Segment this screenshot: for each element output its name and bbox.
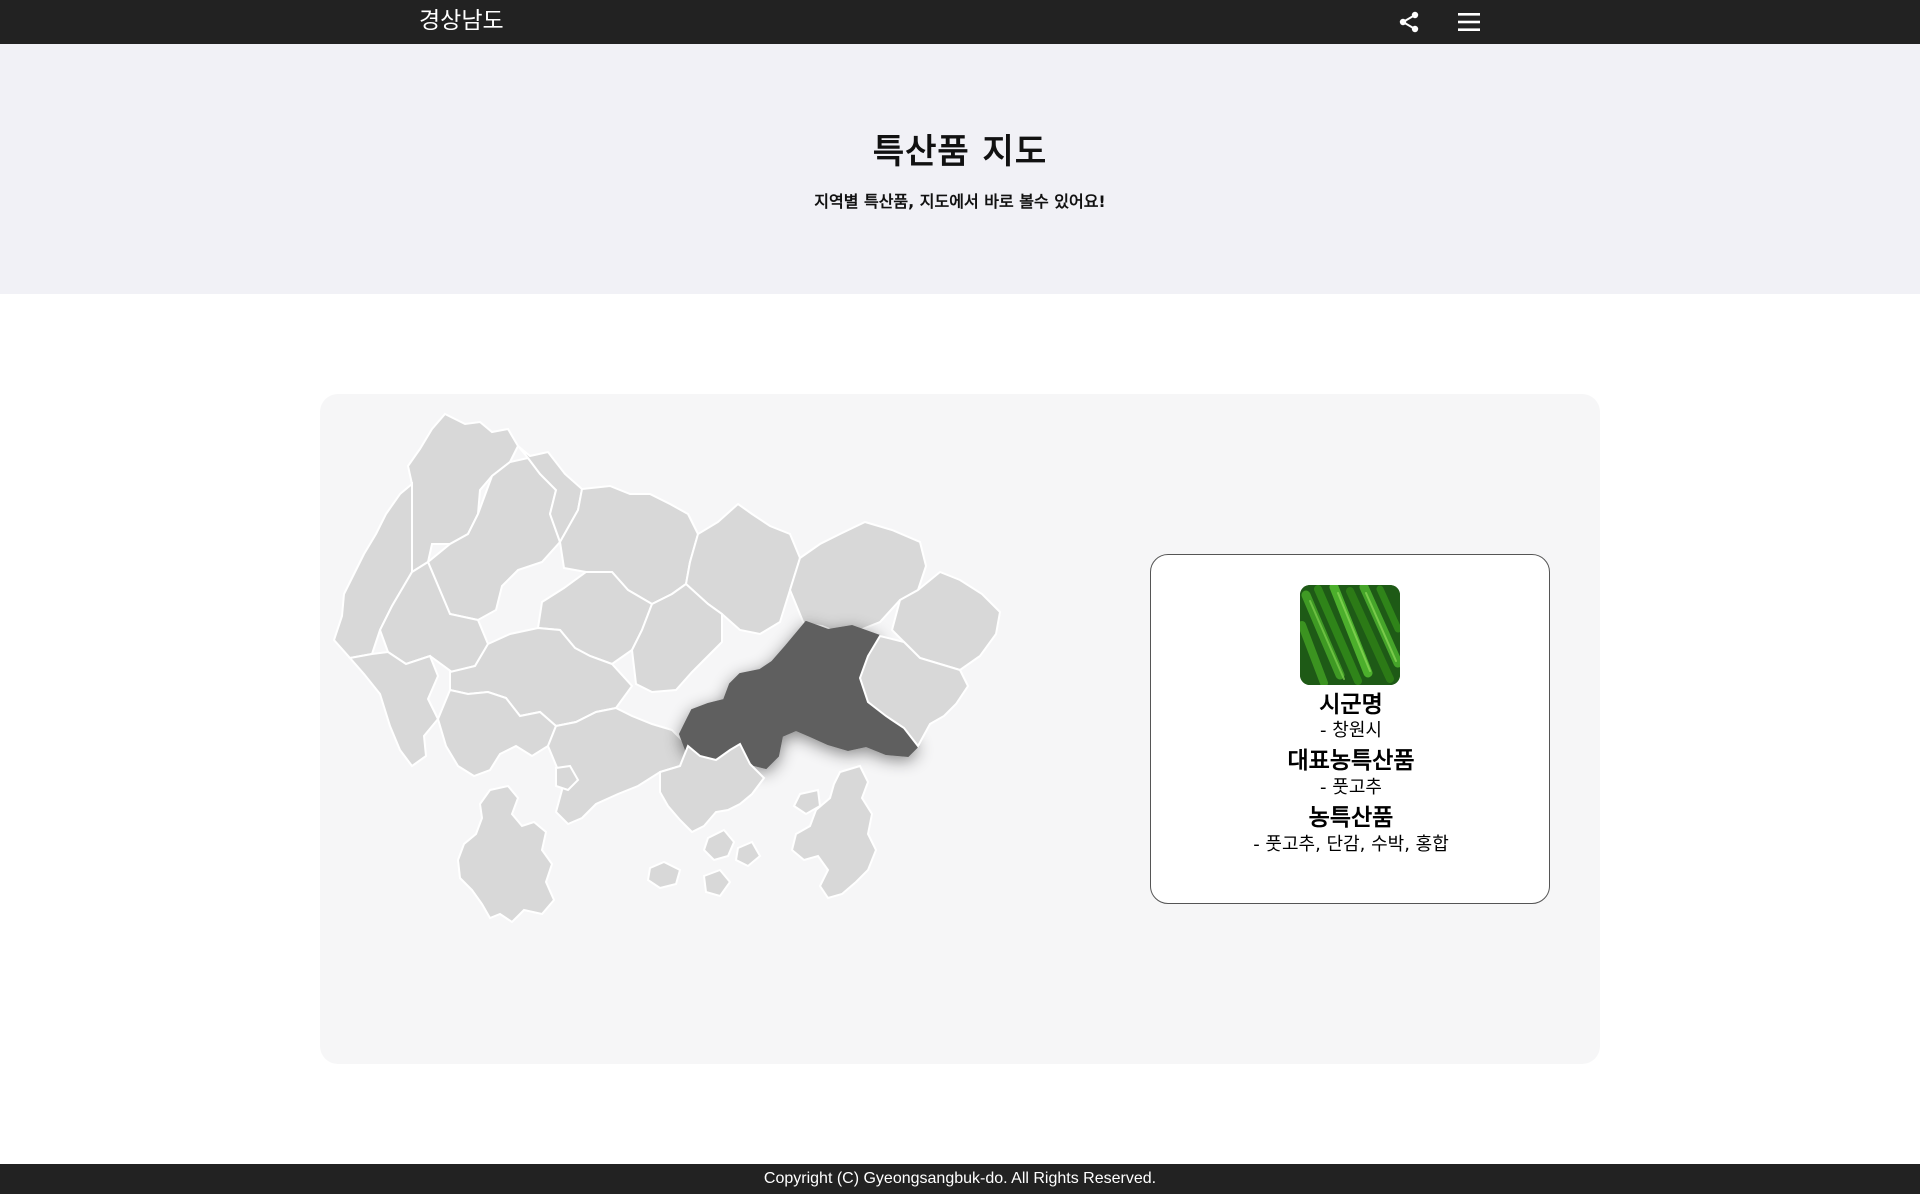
map-region[interactable] [702, 868, 732, 898]
map-region[interactable] [348, 650, 440, 768]
main-product-value: - 풋고추 [1320, 777, 1382, 798]
share-icon[interactable] [1394, 7, 1424, 37]
products-value: - 풋고추, 단감, 수박, 홍합 [1253, 834, 1449, 855]
site-title[interactable]: 경상남도 [419, 6, 504, 36]
specialty-map-panel: 시군명 - 창원시 대표농특산품 - 풋고추 농특산품 - 풋고추, 단감, 수… [320, 394, 1600, 1064]
map-region[interactable] [456, 784, 556, 924]
page-title: 특산품 지도 [872, 132, 1048, 172]
top-navigation-bar: 경상남도 [0, 0, 1920, 44]
gyeongnam-map [332, 412, 1002, 924]
region-info-card: 시군명 - 창원시 대표농특산품 - 풋고추 농특산품 - 풋고추, 단감, 수… [1150, 554, 1550, 904]
map-region[interactable] [734, 840, 762, 868]
map-region[interactable] [646, 860, 682, 890]
map-region[interactable] [702, 828, 736, 862]
map-region[interactable] [790, 764, 878, 900]
footer-copyright: Copyright (C) Gyeongsangbuk-do. All Righ… [0, 1164, 1920, 1194]
main-product-label: 대표농특산품 [1287, 748, 1415, 774]
green-pepper-image [1300, 585, 1400, 685]
hero-section: 특산품 지도 지역별 특산품, 지도에서 바로 볼수 있어요! [0, 44, 1920, 294]
city-label: 시군명 [1319, 692, 1383, 718]
city-value: - 창원시 [1320, 720, 1382, 741]
hamburger-menu-icon[interactable] [1454, 7, 1484, 37]
products-label: 농특산품 [1308, 805, 1394, 831]
page-subtitle: 지역별 특산품, 지도에서 바로 볼수 있어요! [814, 192, 1106, 211]
